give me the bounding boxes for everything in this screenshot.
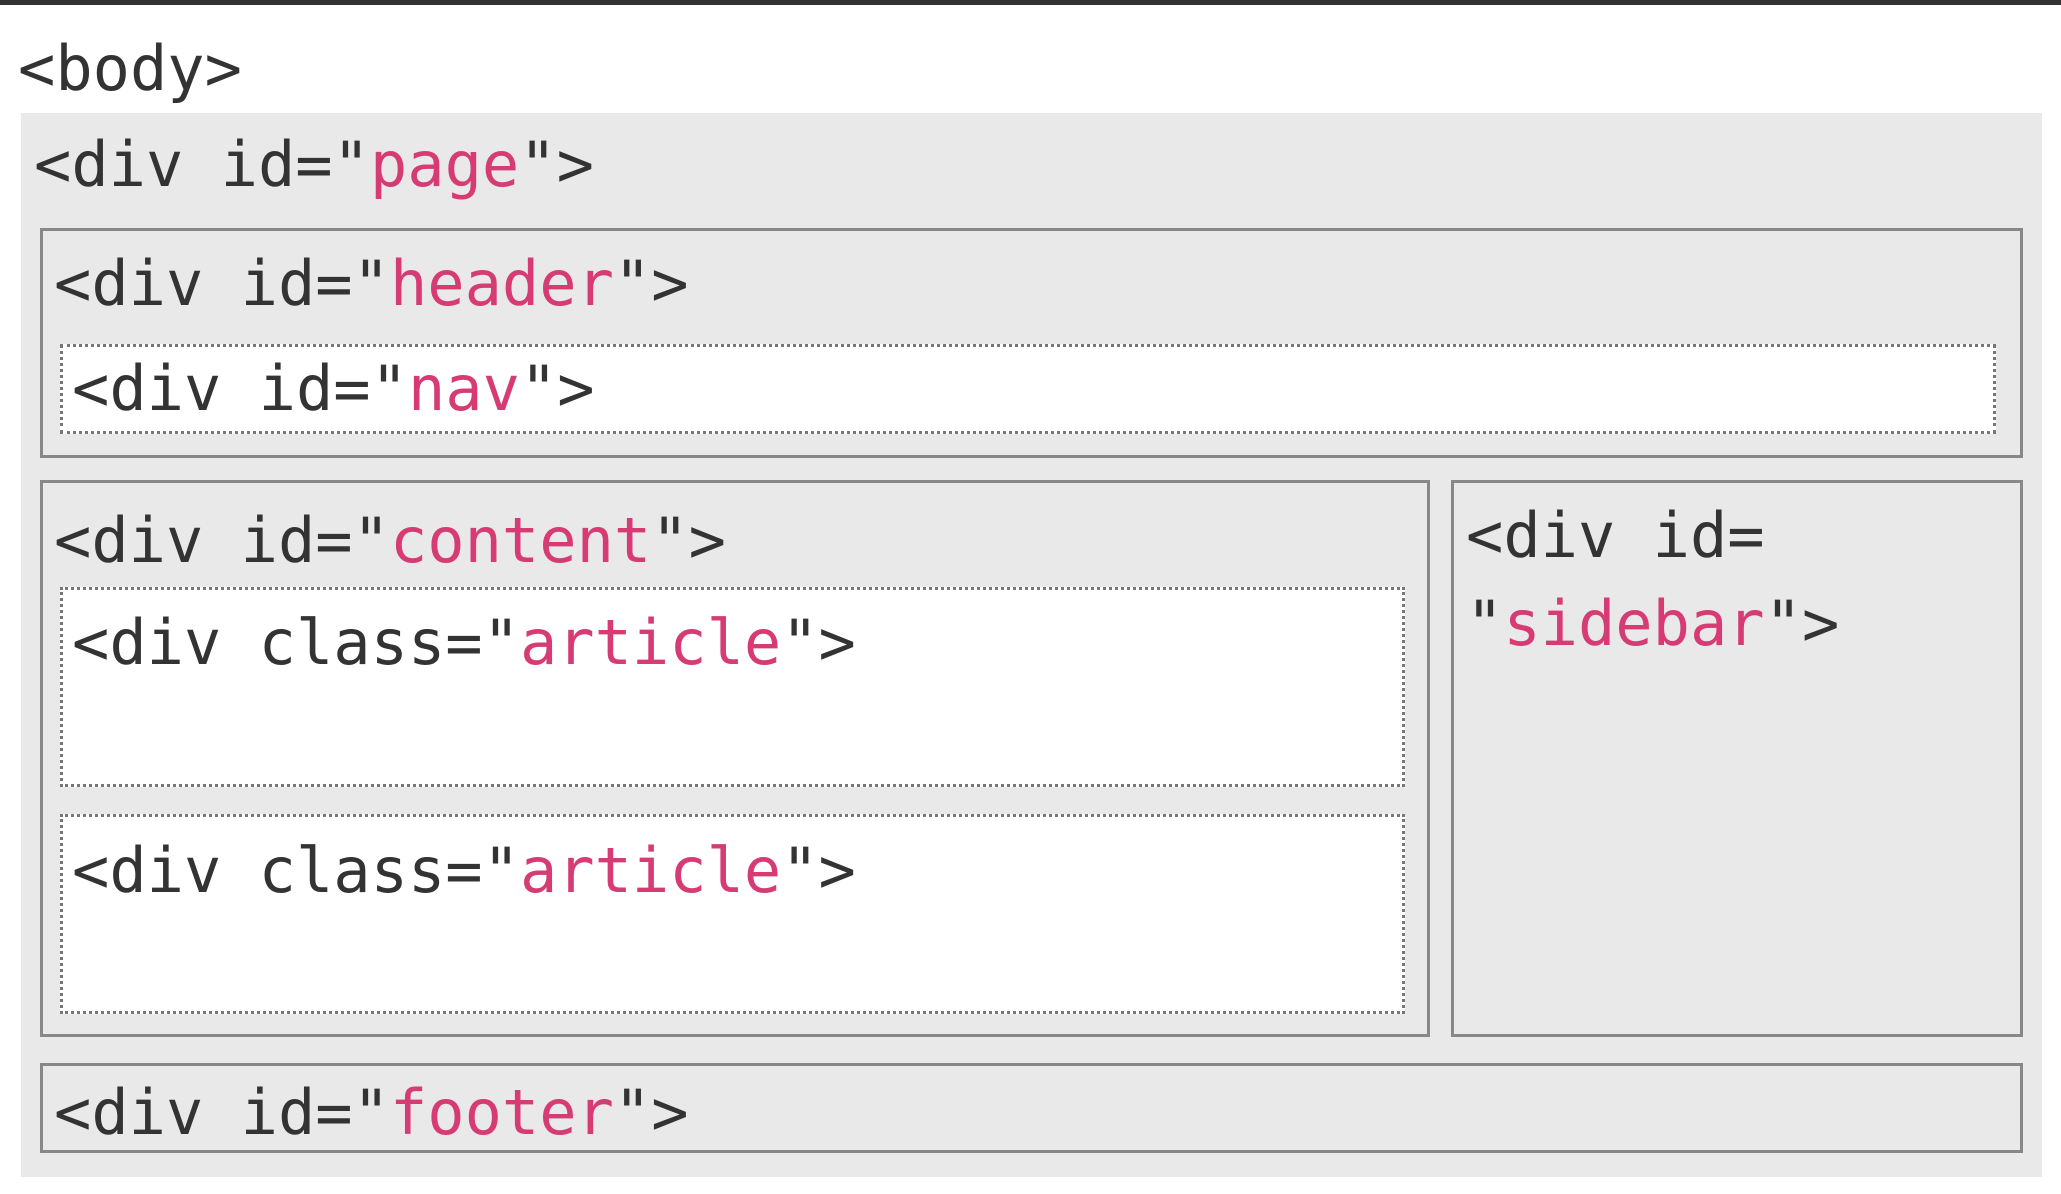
- header-label: <div id="header">: [54, 247, 689, 320]
- article-label-2: <div class="article">: [72, 834, 856, 907]
- content-label: <div id="content">: [54, 504, 726, 577]
- sidebar-label-line-2: "sidebar">: [1466, 587, 1840, 660]
- footer-label: <div id="footer">: [54, 1076, 689, 1149]
- page-label: <div id="page">: [34, 128, 594, 201]
- body-tag-label: <body>: [18, 32, 242, 105]
- article-label-1: <div class="article">: [72, 606, 856, 679]
- nav-label: <div id="nav">: [72, 352, 595, 425]
- sidebar-label-line-1: <div id=: [1466, 499, 1765, 572]
- top-rule: [0, 0, 2061, 5]
